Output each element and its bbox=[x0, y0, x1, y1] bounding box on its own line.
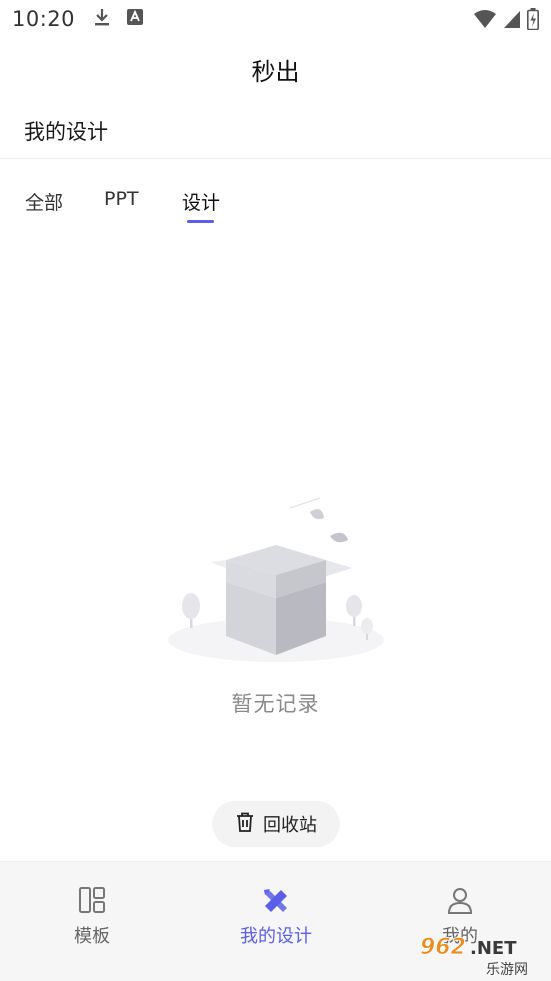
tab-ppt[interactable]: PPT bbox=[104, 188, 139, 210]
section-divider bbox=[0, 158, 551, 159]
download-icon bbox=[93, 7, 111, 31]
tab-design[interactable]: 设计 bbox=[182, 188, 220, 215]
status-bar: 10:20 bbox=[0, 0, 551, 38]
battery-icon bbox=[527, 8, 539, 34]
svg-text:962: 962 bbox=[420, 935, 466, 960]
empty-state-text: 暂无记录 bbox=[231, 692, 320, 716]
nav-label-templates: 模板 bbox=[74, 926, 110, 947]
page-title: 秒出 bbox=[251, 58, 300, 86]
recycle-bin-button[interactable]: 回收站 bbox=[212, 801, 340, 847]
nav-label-my-designs: 我的设计 bbox=[240, 926, 312, 947]
svg-text:.NET: .NET bbox=[470, 938, 517, 959]
user-icon bbox=[446, 886, 474, 918]
recycle-bin-label: 回收站 bbox=[263, 815, 317, 836]
status-time: 10:20 bbox=[12, 7, 76, 31]
tab-all[interactable]: 全部 bbox=[25, 188, 63, 215]
filter-tabs: 全部 PPT 设计 bbox=[0, 188, 551, 228]
signal-icon bbox=[503, 9, 521, 33]
status-icons-left bbox=[93, 7, 144, 31]
trash-icon bbox=[235, 811, 255, 837]
nav-item-my-designs[interactable]: 我的设计 bbox=[216, 886, 336, 948]
empty-box-icon bbox=[160, 490, 392, 670]
status-icons-right bbox=[473, 8, 539, 34]
svg-text:乐游网: 乐游网 bbox=[486, 962, 528, 978]
wifi-icon bbox=[473, 9, 497, 33]
active-tab-indicator bbox=[187, 220, 214, 223]
section-title: 我的设计 bbox=[24, 120, 108, 144]
design-tools-icon bbox=[261, 886, 291, 918]
a-letter-icon bbox=[127, 9, 144, 29]
template-grid-icon bbox=[78, 886, 106, 918]
nav-item-templates[interactable]: 模板 bbox=[32, 886, 152, 948]
watermark-logo: 962 .NET 乐游网 bbox=[412, 930, 548, 978]
